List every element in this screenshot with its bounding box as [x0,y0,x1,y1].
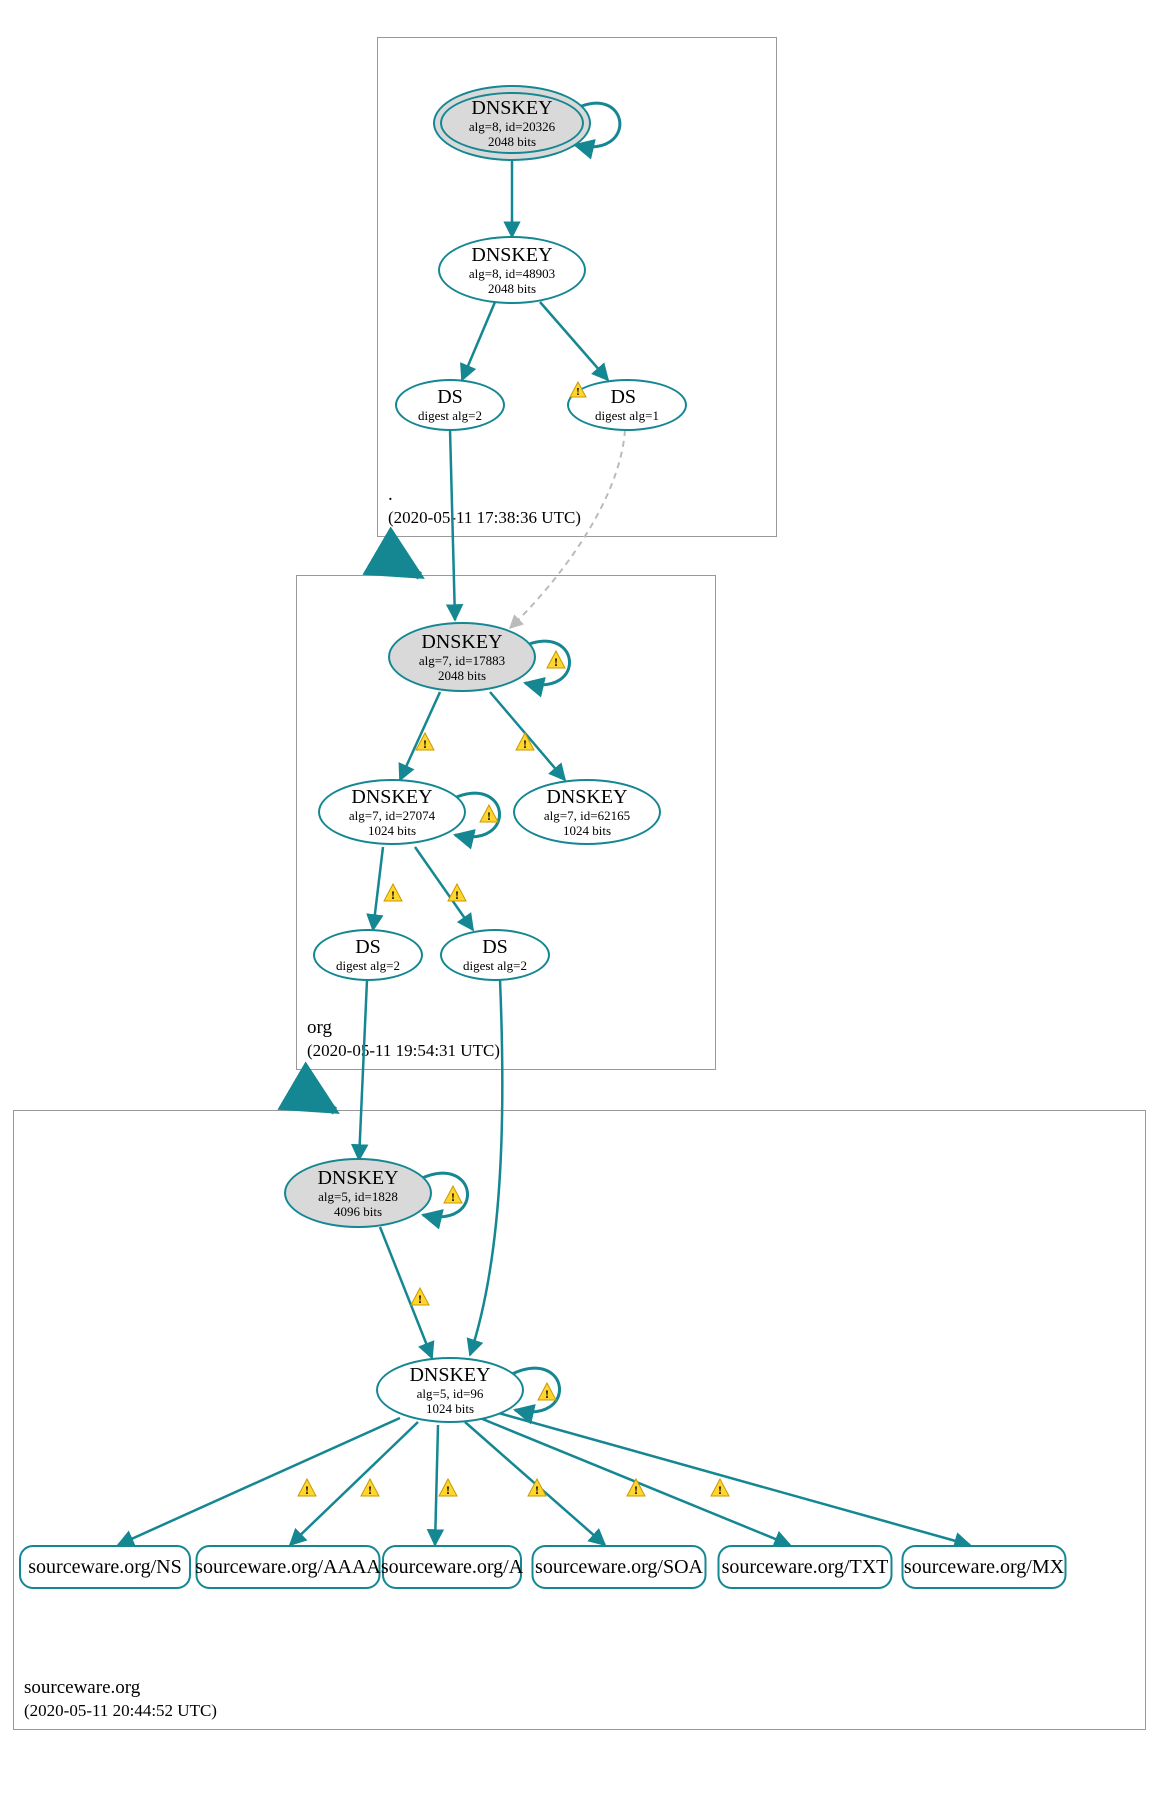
ds-org-b: DS digest alg=2 [440,929,550,981]
node-text: DNSKEY alg=5, id=96 1024 bits [409,1364,490,1417]
warning-icon: ! [409,1286,431,1308]
node-text: DS ! digest alg=1 [595,386,659,424]
svg-text:!: ! [455,888,459,902]
warning-icon: ! [545,649,567,671]
warning-icon: ! [478,803,500,825]
svg-text:!: ! [576,386,580,398]
warning-icon: ! [569,381,587,399]
warning-icon: ! [437,1477,459,1499]
svg-text:!: ! [523,737,527,751]
svg-text:!: ! [423,737,427,751]
warning-icon: ! [446,882,468,904]
svg-text:!: ! [391,888,395,902]
dnskey-sw-zsk: DNSKEY alg=5, id=96 1024 bits [376,1357,524,1423]
dnskey-root-zsk: DNSKEY alg=8, id=48903 2048 bits [438,236,586,304]
svg-text:!: ! [305,1483,309,1497]
warning-icon: ! [536,1381,558,1403]
svg-text:!: ! [368,1483,372,1497]
record-txt: sourceware.org/TXT [718,1545,893,1589]
node-text: DNSKEY alg=5, id=1828 4096 bits [317,1167,398,1220]
node-text: DS digest alg=2 [336,936,400,974]
node-text: DS digest alg=2 [463,936,527,974]
dnskey-org-zsk2: DNSKEY alg=7, id=62165 1024 bits [513,779,661,845]
svg-text:!: ! [446,1483,450,1497]
node-text: DNSKEY alg=8, id=20326 2048 bits [469,97,555,150]
node-text: DNSKEY alg=7, id=62165 1024 bits [544,786,630,839]
node-text: DNSKEY alg=8, id=48903 2048 bits [469,244,555,297]
svg-text:!: ! [451,1190,455,1204]
node-text: DNSKEY alg=7, id=27074 1024 bits [349,786,435,839]
node-text: DNSKEY alg=7, id=17883 2048 bits [419,631,505,684]
ds-root-alg2: DS digest alg=2 [395,379,505,431]
record-mx: sourceware.org/MX [902,1545,1067,1589]
dnskey-sw-ksk: DNSKEY alg=5, id=1828 4096 bits [284,1158,432,1228]
warning-icon: ! [359,1477,381,1499]
ds-root-alg1: DS ! digest alg=1 [567,379,687,431]
ds-org-a: DS digest alg=2 [313,929,423,981]
svg-text:!: ! [535,1483,539,1497]
dnskey-org-zsk: DNSKEY alg=7, id=27074 1024 bits [318,779,466,845]
dnskey-root-ksk: DNSKEY alg=8, id=20326 2048 bits [433,85,591,161]
diagram-canvas: . (2020-05-11 17:38:36 UTC) org (2020-05… [0,0,1159,1803]
svg-text:!: ! [418,1292,422,1306]
svg-text:!: ! [487,809,491,823]
warning-icon: ! [526,1477,548,1499]
warning-icon: ! [514,731,536,753]
warning-icon: ! [709,1477,731,1499]
svg-text:!: ! [554,655,558,669]
svg-text:!: ! [545,1387,549,1401]
warning-icon: ! [414,731,436,753]
record-a: sourceware.org/A [382,1545,522,1589]
record-soa: sourceware.org/SOA [532,1545,707,1589]
warning-icon: ! [296,1477,318,1499]
dnskey-org-ksk: DNSKEY alg=7, id=17883 2048 bits [388,622,536,692]
record-ns: sourceware.org/NS [19,1545,191,1589]
svg-text:!: ! [718,1483,722,1497]
warning-icon: ! [625,1477,647,1499]
warning-icon: ! [382,882,404,904]
warning-icon: ! [442,1184,464,1206]
svg-text:!: ! [634,1483,638,1497]
record-aaaa: sourceware.org/AAAA [196,1545,381,1589]
node-text: DS digest alg=2 [418,386,482,424]
